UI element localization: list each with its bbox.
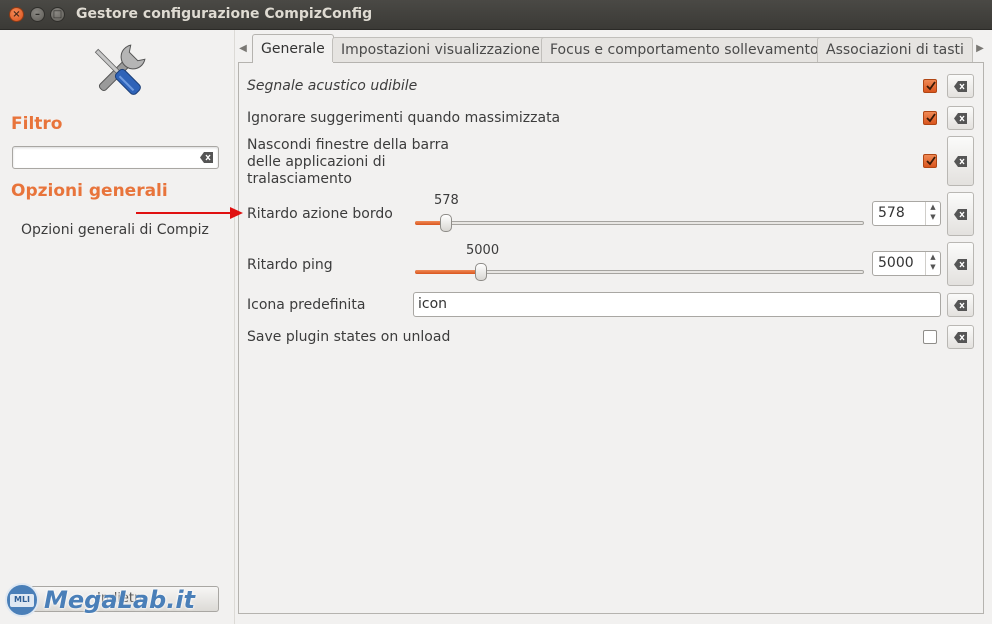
spin-down-icon[interactable]: ▼ (926, 262, 940, 272)
tab-scroll-left-icon[interactable]: ◀ (237, 40, 249, 58)
checkmark-icon (926, 113, 936, 123)
edge-delay-spinbox-value: 578 (878, 205, 905, 221)
default-icon-input[interactable]: icon (413, 292, 941, 317)
clear-icon (954, 209, 967, 220)
sidebar: Filtro Opzioni generali Opzioni generali… (0, 30, 232, 624)
checkmark-icon (926, 156, 936, 166)
tab-associazioni-tasti[interactable]: Associazioni di tasti (817, 37, 973, 62)
filter-heading: Filtro (11, 114, 63, 134)
hide-skip-taskbar-label-line2: delle applicazioni di (247, 154, 386, 170)
reset-ping-delay-button[interactable] (947, 242, 974, 286)
ping-delay-label: Ritardo ping (247, 257, 333, 273)
reset-hide-skip-taskbar-button[interactable] (947, 136, 974, 186)
minimize-window-button[interactable]: – (30, 7, 45, 22)
ping-delay-slider-fill (415, 270, 481, 274)
default-icon-input-value: icon (418, 296, 448, 312)
ping-delay-spinbox-value: 5000 (878, 255, 914, 271)
edge-delay-label: Ritardo azione bordo (247, 206, 393, 222)
pane-separator (234, 30, 235, 624)
tools-icon (94, 44, 146, 95)
spin-down-icon[interactable]: ▼ (926, 212, 940, 222)
maximize-window-button[interactable]: □ (50, 7, 65, 22)
reset-save-plugin-states-button[interactable] (947, 325, 974, 349)
ping-delay-slider-value: 5000 (466, 243, 500, 258)
ping-delay-spinbox[interactable]: 5000 ▲ ▼ (872, 251, 941, 276)
reset-default-icon-button[interactable] (947, 293, 974, 317)
annotation-arrow-icon (136, 207, 243, 219)
tab-scroll-right-icon[interactable]: ▶ (974, 40, 986, 58)
clear-icon (954, 300, 967, 311)
window-title: Gestore configurazione CompizConfig (76, 6, 373, 22)
tab-generale[interactable]: Generale (252, 34, 334, 63)
reset-ignore-hints-button[interactable] (947, 106, 974, 130)
clear-filter-icon[interactable] (200, 151, 214, 164)
tab-focus-comportamento[interactable]: Focus e comportamento sollevamento (541, 37, 828, 62)
spin-up-icon[interactable]: ▲ (926, 252, 940, 262)
hide-skip-taskbar-checkbox[interactable] (923, 154, 937, 168)
edge-delay-slider-value: 578 (434, 193, 459, 208)
watermark-text: MegaLab.it (44, 586, 196, 614)
ignore-hints-checkbox[interactable] (923, 111, 937, 125)
clear-icon (954, 156, 967, 167)
close-window-button[interactable]: × (9, 7, 24, 22)
audible-bell-checkbox[interactable] (923, 79, 937, 93)
title-bar[interactable]: × – □ Gestore configurazione CompizConfi… (0, 0, 992, 30)
clear-icon (954, 259, 967, 270)
spin-up-icon[interactable]: ▲ (926, 202, 940, 212)
ping-delay-spin-arrows[interactable]: ▲ ▼ (925, 252, 940, 275)
edge-delay-slider-track[interactable] (415, 221, 864, 225)
tab-impostazioni-visualizzazione[interactable]: Impostazioni visualizzazione (332, 37, 549, 62)
hide-skip-taskbar-label-line1: Nascondi finestre della barra (247, 137, 449, 153)
watermark-logo: MLI MegaLab.it (4, 580, 196, 624)
ignore-hints-label: Ignorare suggerimenti quando massimizzat… (247, 110, 561, 126)
reset-audible-bell-button[interactable] (947, 74, 974, 98)
clear-icon (954, 81, 967, 92)
watermark-badge: MLI (14, 595, 31, 604)
filter-input[interactable] (12, 146, 219, 169)
category-item-compiz-general[interactable]: Opzioni generali di Compiz (21, 222, 209, 238)
reset-edge-delay-button[interactable] (947, 192, 974, 236)
save-plugin-states-checkbox[interactable] (923, 330, 937, 344)
edge-delay-spin-arrows[interactable]: ▲ ▼ (925, 202, 940, 225)
clear-icon (954, 113, 967, 124)
edge-delay-slider-handle[interactable] (440, 214, 452, 232)
save-plugin-states-label: Save plugin states on unload (247, 329, 451, 345)
ping-delay-slider-handle[interactable] (475, 263, 487, 281)
clear-icon (954, 332, 967, 343)
edge-delay-spinbox[interactable]: 578 ▲ ▼ (872, 201, 941, 226)
hide-skip-taskbar-label-line3: tralasciamento (247, 171, 352, 187)
default-icon-label: Icona predefinita (247, 297, 366, 313)
options-heading: Opzioni generali (11, 181, 168, 201)
audible-bell-label: Segnale acustico udibile (247, 78, 418, 94)
checkmark-icon (926, 81, 936, 91)
